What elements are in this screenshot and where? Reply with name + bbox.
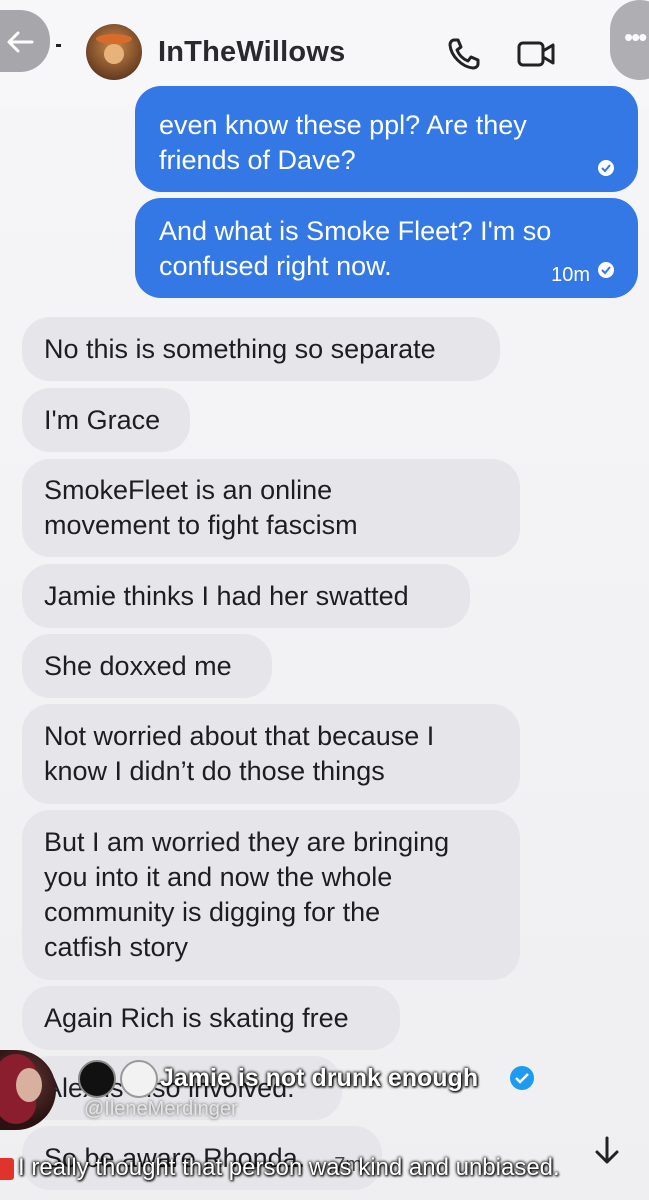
incoming-message[interactable]: No this is something so separate — [22, 317, 500, 381]
more-options-button[interactable]: ••• — [610, 0, 649, 80]
read-check-icon — [598, 160, 614, 176]
screenshot-frame: InTheWillows ••• even know these ppl? Ar… — [0, 0, 649, 1200]
avatar-hat-shape — [96, 34, 132, 44]
message-text-line: friends of Dave? — [159, 145, 356, 175]
message-text-line: I'm Grace — [44, 405, 161, 435]
incoming-message[interactable]: Again Rich is skating free — [22, 986, 400, 1050]
poster-display-name[interactable]: Jamie is not drunk enough — [160, 1064, 478, 1093]
message-text-line: confused right now. — [159, 251, 392, 281]
message-text-line: Not worried about that because I — [44, 721, 435, 751]
black-circle-emoji-icon — [78, 1060, 116, 1098]
message-text-line: movement to fight fascism — [44, 510, 358, 540]
verified-badge-icon — [510, 1066, 534, 1090]
incoming-message[interactable]: I'm Grace — [22, 388, 190, 452]
message-text-line: even know these ppl? Are they — [159, 110, 527, 140]
message-text-line: No this is something so separate — [44, 334, 436, 364]
incoming-message[interactable]: SmokeFleet is an online movement to figh… — [22, 459, 520, 557]
message-text-line: know I didn’t do those things — [44, 756, 385, 786]
arrow-down-icon[interactable] — [590, 1134, 624, 1168]
separator-mark — [56, 44, 61, 47]
contact-avatar[interactable] — [86, 24, 142, 80]
overlay-comment: I really thought that person was kind an… — [18, 1154, 560, 1181]
message-text-line: SmokeFleet is an online — [44, 475, 333, 505]
outgoing-message[interactable]: And what is Smoke Fleet? I'm so confused… — [135, 198, 638, 298]
message-text-line: Again Rich is skating free — [44, 1003, 349, 1033]
flag-icon — [0, 1158, 14, 1180]
avatar-face-shape — [104, 44, 124, 64]
message-text-line: catfish story — [44, 932, 189, 962]
avatar-face-shape — [16, 1068, 42, 1102]
message-text-line: And what is Smoke Fleet? I'm so — [159, 216, 552, 246]
message-text-line: community is digging for the — [44, 897, 381, 927]
message-text-line: She doxxed me — [44, 651, 232, 681]
message-text-line: But I am worried they are bringing — [44, 827, 450, 857]
outgoing-message[interactable]: even know these ppl? Are they friends of… — [135, 86, 638, 192]
arrow-left-icon — [7, 31, 34, 53]
message-text-line: you into it and now the whole — [44, 862, 393, 892]
incoming-message[interactable]: She doxxed me — [22, 634, 272, 698]
back-button[interactable] — [0, 10, 50, 72]
read-check-icon — [598, 262, 614, 278]
phone-icon[interactable] — [446, 36, 482, 72]
white-circle-emoji-icon — [120, 1060, 158, 1098]
poster-handle[interactable]: @IleneMerdinger — [84, 1098, 238, 1121]
incoming-message[interactable]: Jamie thinks I had her swatted — [22, 564, 470, 628]
incoming-message[interactable]: But I am worried they are bringing you i… — [22, 810, 520, 980]
video-camera-icon[interactable] — [516, 38, 556, 70]
contact-name[interactable]: InTheWillows — [158, 36, 345, 69]
more-dots-icon: ••• — [624, 22, 647, 52]
message-timestamp: 10m — [551, 264, 590, 286]
message-text-line: Jamie thinks I had her swatted — [44, 581, 409, 611]
incoming-message[interactable]: Not worried about that because I know I … — [22, 704, 520, 804]
